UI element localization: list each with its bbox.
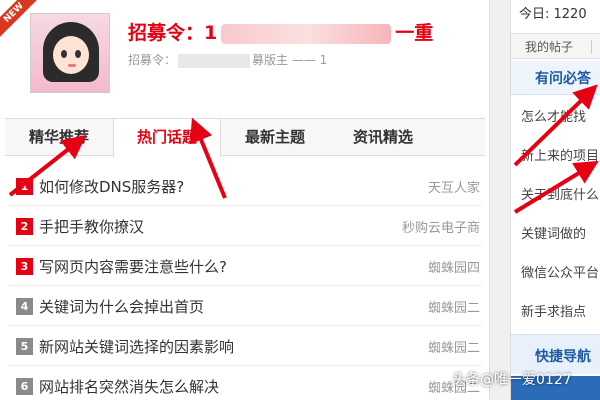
board-avatar[interactable] — [30, 13, 110, 93]
sidebar-panel: 今日: 1220 我的帖子 有问必答 怎么才能找 新上来的项目 关于到底什么 关… — [510, 0, 600, 400]
qa-item[interactable]: 微信公众平台 — [521, 262, 600, 301]
topic-tabs: 精华推荐 热门话题 最新主题 资讯精选 — [5, 118, 485, 157]
qa-heading[interactable]: 有问必答 — [535, 68, 591, 88]
tab-hot-topics[interactable]: 热门话题 — [113, 119, 221, 157]
watermark: 头条@唯一爱0127 — [452, 372, 572, 388]
qa-list: 怎么才能找 新上来的项目 关于到底什么 关键词做的 微信公众平台 新手求指点 — [521, 106, 600, 340]
tab-latest[interactable]: 最新主题 — [221, 119, 329, 156]
rank-badge: 2 — [16, 218, 33, 235]
rank-badge: 5 — [16, 338, 33, 355]
list-item: 6 网站排名突然消失怎么解决 蜘蛛园二 — [10, 366, 482, 400]
topic-list: 1 如何修改DNS服务器? 天互人家 2 手把手教你撩汉 秒购云电子商 3 写网… — [10, 166, 482, 400]
board-title-prefix: 招募令： — [128, 22, 205, 44]
topic-author[interactable]: 蜘蛛园二 — [428, 337, 480, 356]
topic-link[interactable]: 关键词为什么会掉出首页 — [39, 296, 204, 317]
topic-link[interactable]: 写网页内容需要注意些什么? — [39, 256, 227, 277]
topic-author[interactable]: 秒购云电子商 — [402, 217, 480, 236]
redacted-blur — [221, 23, 392, 44]
subline-suffix: 募版主 —— 1 — [252, 53, 328, 67]
board-title-fragment-start: 1 — [204, 22, 218, 44]
my-posts-link[interactable]: 我的帖子 — [525, 38, 573, 55]
topic-link[interactable]: 网站排名突然消失怎么解决 — [39, 376, 219, 397]
qa-item[interactable]: 关于到底什么 — [521, 184, 600, 223]
quick-nav-bar: 快捷导航 — [511, 334, 600, 374]
topic-author[interactable]: 天互人家 — [428, 177, 480, 196]
rank-badge: 1 — [16, 178, 33, 195]
rank-badge: 4 — [16, 298, 33, 315]
list-item: 3 写网页内容需要注意些什么? 蜘蛛园四 — [10, 246, 482, 286]
topic-author[interactable]: 蜘蛛园二 — [428, 297, 480, 316]
topic-author[interactable]: 蜘蛛园四 — [428, 257, 480, 276]
board-title-fragment-end: 一重 — [395, 22, 434, 44]
list-item: 2 手把手教你撩汉 秒购云电子商 — [10, 206, 482, 246]
tab-news[interactable]: 资讯精选 — [329, 119, 437, 156]
board-info-panel: NEW 招募令：1 一重 招募令： 募版主 —— 1 精华推荐 热门话题 最新主题 … — [0, 0, 490, 400]
topic-link[interactable]: 如何修改DNS服务器? — [39, 176, 184, 197]
subline-prefix: 招募令： — [128, 53, 177, 67]
qa-item[interactable]: 关键词做的 — [521, 223, 600, 262]
list-item: 5 新网站关键词选择的因素影响 蜘蛛园二 — [10, 326, 482, 366]
board-subline: 招募令： 募版主 —— 1 — [128, 51, 327, 68]
qa-item[interactable]: 新上来的项目 — [521, 145, 600, 184]
qa-item[interactable]: 怎么才能找 — [521, 106, 600, 145]
list-item: 4 关键词为什么会掉出首页 蜘蛛园二 — [10, 286, 482, 326]
my-posts-bar: 我的帖子 — [511, 33, 600, 59]
qa-heading-bar: 有问必答 — [511, 61, 600, 95]
redacted-blur-2 — [178, 53, 251, 68]
topic-link[interactable]: 手把手教你撩汉 — [39, 216, 144, 237]
quick-nav-heading[interactable]: 快捷导航 — [535, 346, 591, 366]
rank-badge: 6 — [16, 378, 33, 395]
today-count: 今日: 1220 — [519, 7, 587, 22]
divider — [591, 40, 592, 54]
list-item: 1 如何修改DNS服务器? 天互人家 — [10, 166, 482, 206]
topic-link[interactable]: 新网站关键词选择的因素影响 — [39, 336, 234, 357]
board-title[interactable]: 招募令：1 一重 — [128, 18, 433, 45]
tab-featured[interactable]: 精华推荐 — [5, 119, 113, 156]
rank-badge: 3 — [16, 258, 33, 275]
